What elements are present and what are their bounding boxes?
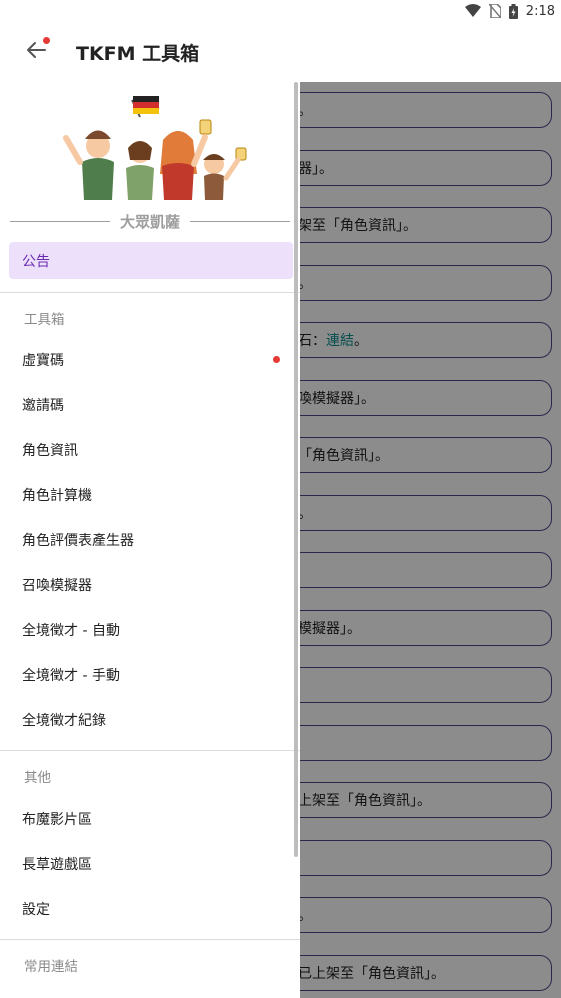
- section-header-toolbox: 工具箱: [24, 312, 65, 328]
- drawer-item-summon-simulator[interactable]: 召喚模擬器: [0, 565, 300, 605]
- drawer-item-label: 公告: [22, 253, 50, 270]
- page-title: TKFM 工具箱: [76, 42, 200, 65]
- drawer-item-label: 角色評價表產生器: [22, 533, 134, 549]
- navigation-drawer: 大眾凱薩 公告 工具箱 虛寶碼 邀請碼 角色資訊 角色計算機 角色評價表產生器 …: [0, 82, 300, 998]
- drawer-item-label: 設定: [22, 902, 50, 918]
- divider-line: [190, 220, 291, 222]
- drawer-item-announcement[interactable]: 公告: [9, 242, 293, 279]
- wifi-icon: [464, 4, 481, 18]
- section-divider: [0, 939, 300, 940]
- drawer-item-label: 長草遊戲區: [22, 857, 92, 873]
- drawer-item-recruit-auto[interactable]: 全境徵才 - 自動: [0, 610, 300, 650]
- drawer-item-label: 邀請碼: [22, 398, 64, 414]
- section-header-other: 其他: [24, 770, 51, 786]
- banner-caption-text: 大眾凱薩: [120, 212, 181, 231]
- drawer-item-label: 全境徵才 - 手動: [22, 668, 120, 684]
- drawer-item-label: 角色資訊: [22, 443, 78, 459]
- banner-caption: 大眾凱薩: [10, 210, 291, 232]
- section-divider: [0, 292, 300, 293]
- drawer-item-label: 全境徵才紀錄: [22, 713, 106, 729]
- drawer-item-label: 召喚模擬器: [22, 578, 92, 594]
- section-header-links: 常用連結: [24, 959, 78, 975]
- drawer-item-gift-code[interactable]: 虛寶碼: [0, 340, 300, 380]
- drawer-item-label: 全境徵才 - 自動: [22, 623, 120, 639]
- battery-icon: [508, 3, 518, 19]
- notification-dot: [273, 356, 280, 363]
- drawer-item-recruit-log[interactable]: 全境徵才紀錄: [0, 700, 300, 740]
- drawer-banner-illustration: [0, 82, 300, 202]
- drawer-item-game-area[interactable]: 長草遊戲區: [0, 844, 300, 884]
- drawer-item-recruit-manual[interactable]: 全境徵才 - 手動: [0, 655, 300, 695]
- drawer-item-rating-generator[interactable]: 角色評價表產生器: [0, 520, 300, 560]
- drawer-item-character-calculator[interactable]: 角色計算機: [0, 475, 300, 515]
- app-bar: TKFM 工具箱: [0, 22, 561, 82]
- status-bar: 2:18: [0, 0, 561, 22]
- section-divider: [0, 750, 300, 751]
- back-button[interactable]: [16, 32, 56, 72]
- drawer-item-character-info[interactable]: 角色資訊: [0, 430, 300, 470]
- status-icons: 2:18: [464, 2, 555, 20]
- arrow-left-icon: [26, 41, 46, 63]
- drawer-item-label: 虛寶碼: [22, 353, 64, 369]
- status-time: 2:18: [525, 3, 555, 19]
- divider-line: [10, 220, 110, 222]
- drawer-item-settings[interactable]: 設定: [0, 889, 300, 929]
- drawer-item-video-area[interactable]: 布魔影片區: [0, 799, 300, 839]
- drawer-item-label: 布魔影片區: [22, 812, 92, 828]
- drawer-scrollbar[interactable]: [294, 82, 298, 857]
- drawer-item-invite-code[interactable]: 邀請碼: [0, 385, 300, 425]
- notification-dot: [43, 37, 50, 44]
- no-sim-icon: [488, 4, 501, 18]
- drawer-item-label: 角色計算機: [22, 488, 92, 504]
